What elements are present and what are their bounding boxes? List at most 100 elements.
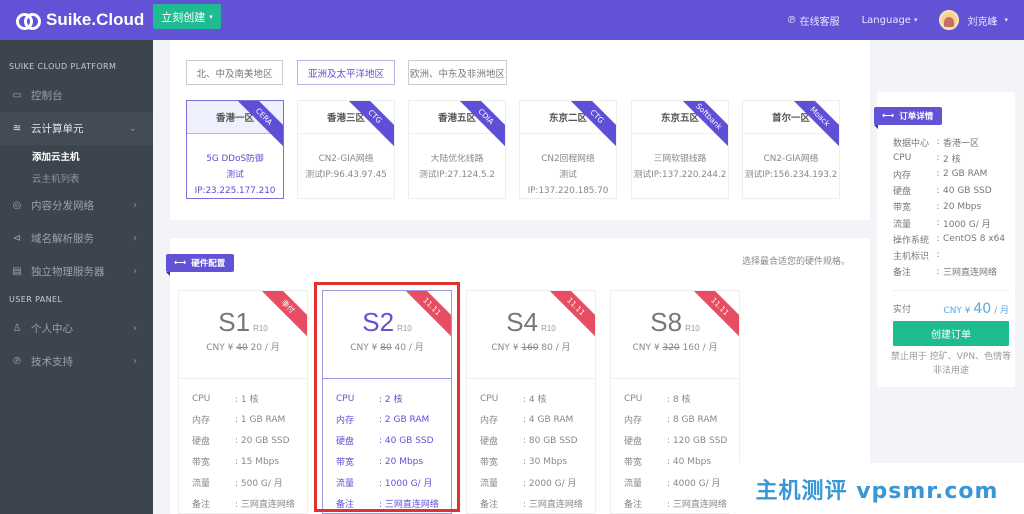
- datacenter-feature: 大陆优化线路: [430, 154, 484, 164]
- sidebar-item-cloud-compute[interactable]: ≋ 云计算单元 ⌄: [0, 112, 153, 145]
- spec-bandwidth: 带宽: 15 Mbps: [192, 456, 280, 469]
- datacenter-card-hk1[interactable]: 香港一区 CERA 5G DDoS防御 测试IP:23.225.177.210: [186, 100, 284, 199]
- spec-ram: 内存: 8 GB RAM: [624, 414, 718, 427]
- user-menu[interactable]: 刘克峰 ▾: [939, 10, 1008, 30]
- spec-cpu: CPU: 4 核: [480, 393, 547, 406]
- spec-cpu: CPU: 8 核: [624, 393, 691, 406]
- plan-card-s1[interactable]: 季付 S1 R10 CNY ¥ 40 20 / 月 CPU: 1 核 内存: 1 …: [178, 290, 308, 514]
- spec-note: 备注: 三网直连网络: [480, 500, 583, 510]
- pay-row: 实付 CNY ¥ 40 / 月: [877, 301, 1015, 317]
- order-row-traffic: 流量: 1000 G/ 月: [893, 218, 991, 230]
- sidebar-subitem-add-server[interactable]: 添加云主机: [0, 145, 153, 167]
- spec-bandwidth: 带宽: 30 Mbps: [480, 456, 568, 469]
- sidebar-subitem-server-list[interactable]: 云主机列表: [0, 167, 153, 189]
- order-row-datacenter: 数据中心: 香港一区: [893, 137, 980, 149]
- region-asia-pacific-button[interactable]: 亚洲及太平洋地区: [297, 60, 395, 85]
- logo-icon: [16, 13, 41, 30]
- chevron-down-icon: ▾: [913, 16, 918, 24]
- order-panel: 数据中心: 香港一区 CPU:2 核 内存:2 GB RAM 硬盘:40 GB S…: [877, 92, 1015, 387]
- sidebar-item-dns[interactable]: ⊲ 域名解析服务 ›: [0, 222, 153, 255]
- user-icon: ♙: [12, 323, 22, 334]
- online-support-link[interactable]: ℗ 在线客服: [787, 13, 840, 28]
- spec-ram: 内存: 1 GB RAM: [192, 414, 286, 427]
- datacenter-card-tokyo5[interactable]: 东京五区 Softbank 三网软银线路 测试IP:137.220.244.2: [631, 100, 729, 199]
- spec-ram: 内存: 4 GB RAM: [480, 414, 574, 427]
- order-row-cpu: CPU:2 核: [893, 153, 961, 165]
- sidebar: SUIKE CLOUD PLATFORM ▭ 控制台 ≋ 云计算单元 ⌄ 添加云…: [0, 40, 153, 514]
- top-bar: Suike.Cloud 立刻创建 ▾ ℗ 在线客服 Language ▾ 刘克峰…: [0, 0, 1024, 40]
- plan-sub: R10: [685, 324, 700, 333]
- user-panel-title: USER PANEL: [9, 294, 63, 304]
- plan-sub: R10: [253, 324, 268, 333]
- sidebar-item-dedicated-server[interactable]: ▤ 独立物理服务器 ›: [0, 255, 153, 288]
- avatar: [939, 10, 960, 30]
- order-row-ram: 内存:2 GB RAM: [893, 169, 988, 181]
- monitor-icon: ▭: [12, 90, 22, 101]
- sidebar-item-label: 技术支持: [31, 356, 73, 368]
- chevron-right-icon: ›: [133, 233, 137, 244]
- watermark-banner: 主机测评 vpsmr.com: [730, 463, 1024, 514]
- language-dropdown[interactable]: Language ▾: [862, 15, 918, 26]
- spec-cpu: CPU: 1 核: [192, 393, 259, 406]
- region-americas-button[interactable]: 北、中及南美地区: [186, 60, 283, 85]
- datacenter-feature: CN2-GIA网络: [318, 154, 374, 164]
- user-name: 刘克峰: [967, 16, 998, 28]
- order-row-os: 操作系统: CentOS 8 x64: [893, 234, 1006, 246]
- sidebar-item-label: 控制台: [31, 90, 63, 102]
- datacenter-test-ip: 测试IP:23.225.177.210: [194, 170, 276, 196]
- layers-icon: ≋: [12, 123, 22, 134]
- datacenter-test-ip: 测试IP:96.43.97.45: [305, 170, 387, 180]
- spec-traffic: 流量: 500 G/ 月: [192, 479, 283, 489]
- order-row-disk: 硬盘:40 GB SSD: [893, 185, 992, 198]
- sidebar-item-label: 内容分发网络: [31, 200, 94, 212]
- plan-name: S4: [506, 307, 539, 337]
- brand-logo[interactable]: Suike.Cloud: [16, 10, 144, 30]
- datacenter-feature: 三网软银线路: [653, 154, 707, 164]
- selection-highlight-box: [314, 282, 460, 512]
- chevron-right-icon: ›: [133, 266, 137, 277]
- platform-section-title: SUIKE CLOUD PLATFORM: [9, 61, 117, 71]
- sidebar-item-cdn[interactable]: ◎ 内容分发网络 ›: [0, 189, 153, 222]
- plan-sub: R10: [541, 324, 556, 333]
- chevron-down-icon: ▾: [1004, 16, 1008, 24]
- order-row-hostname: 主机标识:: [893, 250, 940, 262]
- plan-name: S8: [650, 307, 683, 337]
- plan-price: CNY ¥ 40 20 / 月: [206, 343, 280, 353]
- spec-traffic: 流量: 2000 G/ 月: [480, 479, 577, 489]
- region-emea-button[interactable]: 欧洲、中东及非洲地区: [408, 60, 507, 85]
- sidebar-item-console[interactable]: ▭ 控制台: [0, 79, 153, 112]
- datacenter-test-ip: 测试IP:137.220.185.70: [527, 170, 609, 196]
- create-order-button[interactable]: 创建订单: [893, 320, 1009, 346]
- sidebar-item-profile[interactable]: ♙ 个人中心 ›: [0, 312, 153, 345]
- plan-card-s8[interactable]: 11.11 S8 R10 CNY ¥ 320 160 / 月 CPU: 8 核 内…: [610, 290, 740, 514]
- spec-traffic: 流量: 4000 G/ 月: [624, 479, 721, 489]
- create-now-label: 立刻创建: [161, 10, 206, 24]
- datacenter-card-hk5[interactable]: 香港五区 CDIA 大陆优化线路 测试IP:27.124.5.2: [408, 100, 506, 199]
- datacenter-test-ip: 测试IP:137.220.244.2: [633, 170, 727, 180]
- datacenter-card-tokyo2[interactable]: 东京二区 CTG CN2回程网络 测试IP:137.220.185.70: [519, 100, 617, 199]
- datacenter-test-ip: 测试IP:156.234.193.2: [744, 170, 838, 180]
- order-section-tag: ⟷ 订单详情: [874, 107, 943, 129]
- sidebar-item-tech-support[interactable]: ℗ 技术支持 ›: [0, 345, 153, 378]
- spec-disk: 硬盘: 80 GB SSD: [480, 435, 578, 448]
- datacenter-feature: CN2回程网络: [541, 154, 595, 164]
- hardware-section-tag: ⟷ 硬件配置: [166, 254, 235, 276]
- datacenter-card-hk3[interactable]: 香港三区 CTG CN2-GIA网络 测试IP:96.43.97.45: [297, 100, 395, 199]
- create-now-button[interactable]: 立刻创建 ▾: [153, 4, 221, 29]
- sidebar-item-label: 个人中心: [31, 323, 73, 335]
- spec-note: 备注: 三网直连网络: [192, 500, 295, 510]
- order-row-note: 备注: 三网直连网络: [893, 266, 998, 279]
- datacenter-card-seoul1[interactable]: 首尔一区 Moack CN2-GIA网络 测试IP:156.234.193.2: [742, 100, 840, 199]
- server-icon: ▤: [12, 266, 22, 277]
- support-label: 在线客服: [799, 16, 840, 28]
- plan-price: CNY ¥ 160 80 / 月: [491, 343, 571, 353]
- plan-name: S1: [218, 307, 251, 337]
- cdn-icon: ◎: [12, 200, 22, 211]
- support-icon: ℗: [786, 14, 797, 26]
- language-label: Language: [861, 14, 911, 26]
- spec-bandwidth: 带宽: 40 Mbps: [624, 456, 712, 469]
- datacenter-feature: CN2-GIA网络: [763, 154, 819, 164]
- hardware-tag-label: 硬件配置: [191, 259, 226, 269]
- spec-disk: 硬盘: 120 GB SSD: [624, 435, 728, 448]
- plan-card-s4[interactable]: 11.11 S4 R10 CNY ¥ 160 80 / 月 CPU: 4 核 内存…: [466, 290, 596, 514]
